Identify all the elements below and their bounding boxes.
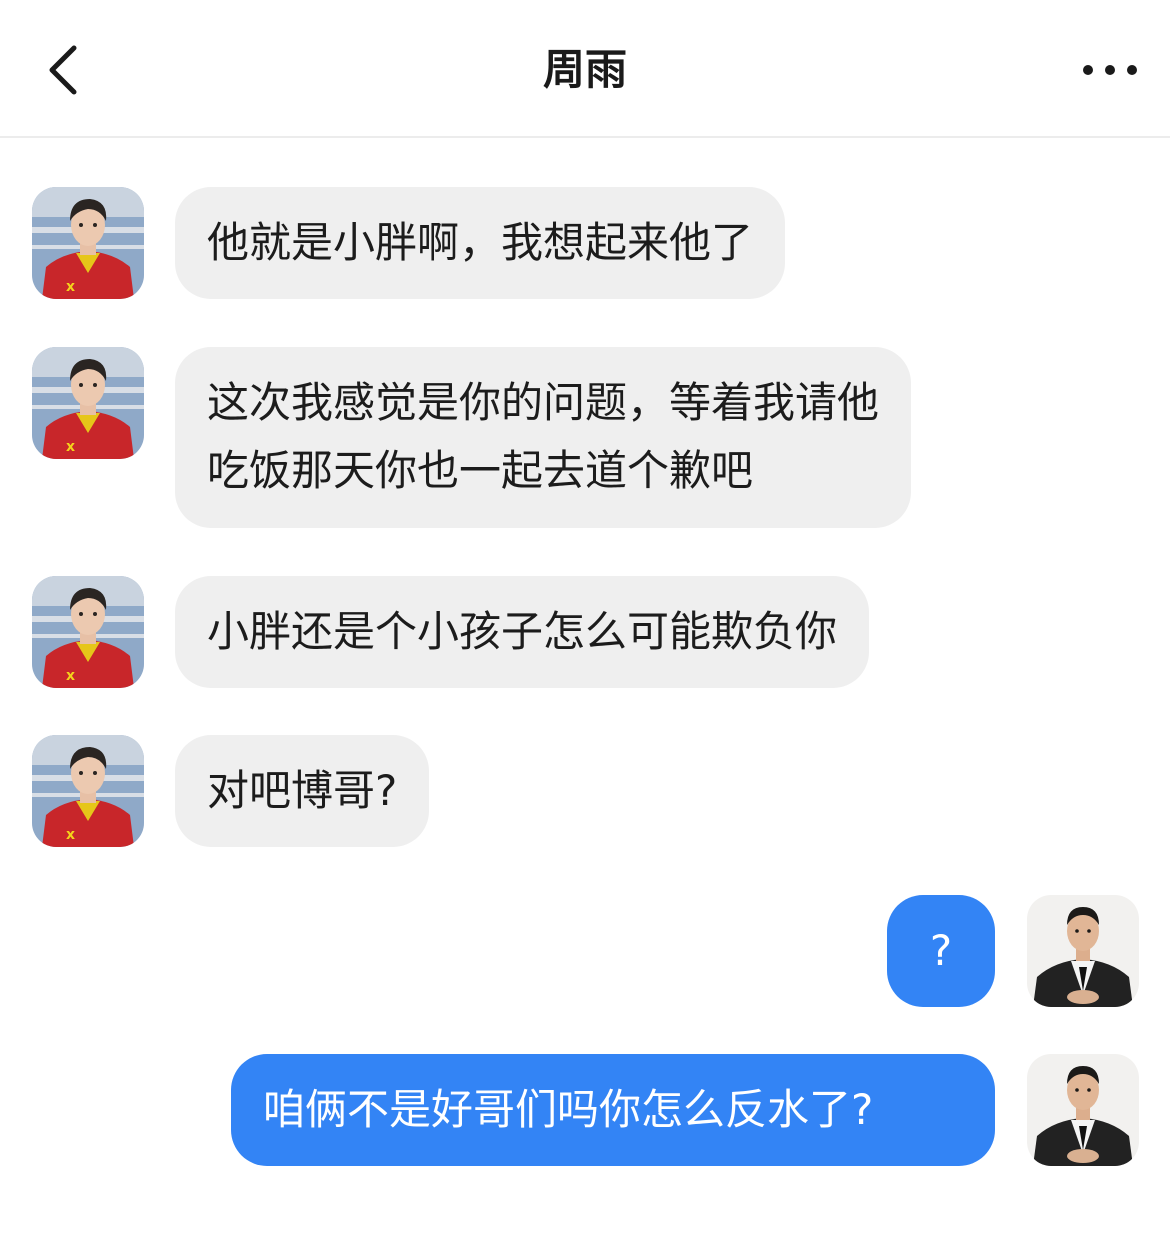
chat-header: 周雨 xyxy=(0,0,1170,138)
chat-title: 周雨 xyxy=(542,45,627,94)
message-bubble-incoming[interactable]: 这次我感觉是你的问题，等着我请他 吃饭那天你也一起去道个歉吧 xyxy=(175,347,912,528)
contact-avatar[interactable] xyxy=(32,735,144,847)
message-text: 对吧博哥? xyxy=(207,766,398,815)
message-text: 咱俩不是好哥们吗你怎么反水了? xyxy=(263,1085,874,1134)
contact-avatar[interactable] xyxy=(32,187,144,299)
message-text-line: 吃饭那天你也一起去道个歉吧 xyxy=(207,446,754,495)
message-bubble-incoming[interactable]: 他就是小胖啊，我想起来他了 xyxy=(175,187,786,299)
message-bubble-outgoing[interactable]: ? xyxy=(887,895,995,1007)
my-avatar[interactable] xyxy=(1027,895,1139,1007)
my-avatar[interactable] xyxy=(1027,1054,1139,1166)
contact-avatar[interactable] xyxy=(32,576,144,688)
more-button[interactable] xyxy=(1080,50,1140,90)
more-horizontal-icon xyxy=(1083,65,1137,75)
message-text: ? xyxy=(929,926,953,975)
message-text: 小胖还是个小孩子怎么可能欺负你 xyxy=(207,607,838,656)
message-text: 他就是小胖啊，我想起来他了 xyxy=(207,218,754,267)
message-text-line: 这次我感觉是你的问题，等着我请他 xyxy=(207,378,880,427)
message-bubble-incoming[interactable]: 小胖还是个小孩子怎么可能欺负你 xyxy=(175,576,870,688)
message-bubble-incoming[interactable]: 对吧博哥? xyxy=(175,735,430,847)
message-bubble-outgoing[interactable]: 咱俩不是好哥们吗你怎么反水了? xyxy=(231,1054,995,1166)
contact-avatar[interactable] xyxy=(32,347,144,459)
